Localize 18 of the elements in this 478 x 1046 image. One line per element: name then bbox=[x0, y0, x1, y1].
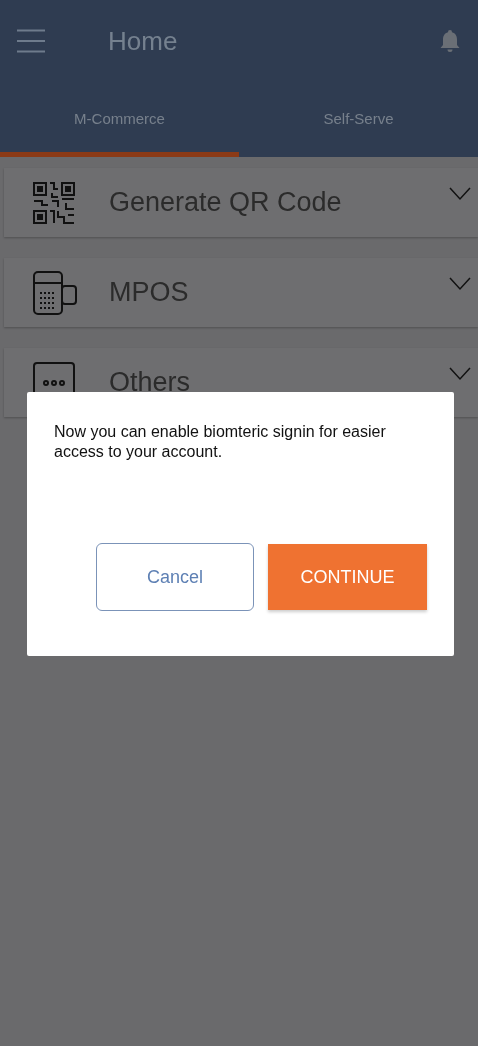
menu-icon[interactable] bbox=[16, 29, 46, 53]
continue-button[interactable]: CONTINUE bbox=[268, 544, 427, 610]
section-card[interactable]: MPOS bbox=[4, 258, 478, 327]
section-title: Others bbox=[109, 367, 191, 398]
section-title: MPOS bbox=[109, 277, 189, 308]
dialog-message: Now you can enable biomteric signin for easier access to your account. bbox=[54, 422, 387, 462]
section-title: Generate QR Code bbox=[109, 187, 342, 218]
chevron-down-icon[interactable] bbox=[449, 277, 471, 291]
section-card[interactable]: Generate QR Code bbox=[4, 168, 478, 237]
tab[interactable]: Self-Serve bbox=[239, 82, 478, 157]
chevron-down-icon[interactable] bbox=[449, 187, 471, 201]
bell-icon[interactable] bbox=[440, 29, 460, 53]
card-terminal-icon bbox=[32, 270, 78, 315]
cancel-button[interactable]: Cancel bbox=[96, 543, 254, 611]
chevron-down-icon[interactable] bbox=[449, 367, 471, 381]
qr-code-icon bbox=[32, 180, 78, 225]
tab[interactable]: M-Commerce bbox=[0, 82, 239, 157]
page-title: Home bbox=[108, 25, 179, 57]
